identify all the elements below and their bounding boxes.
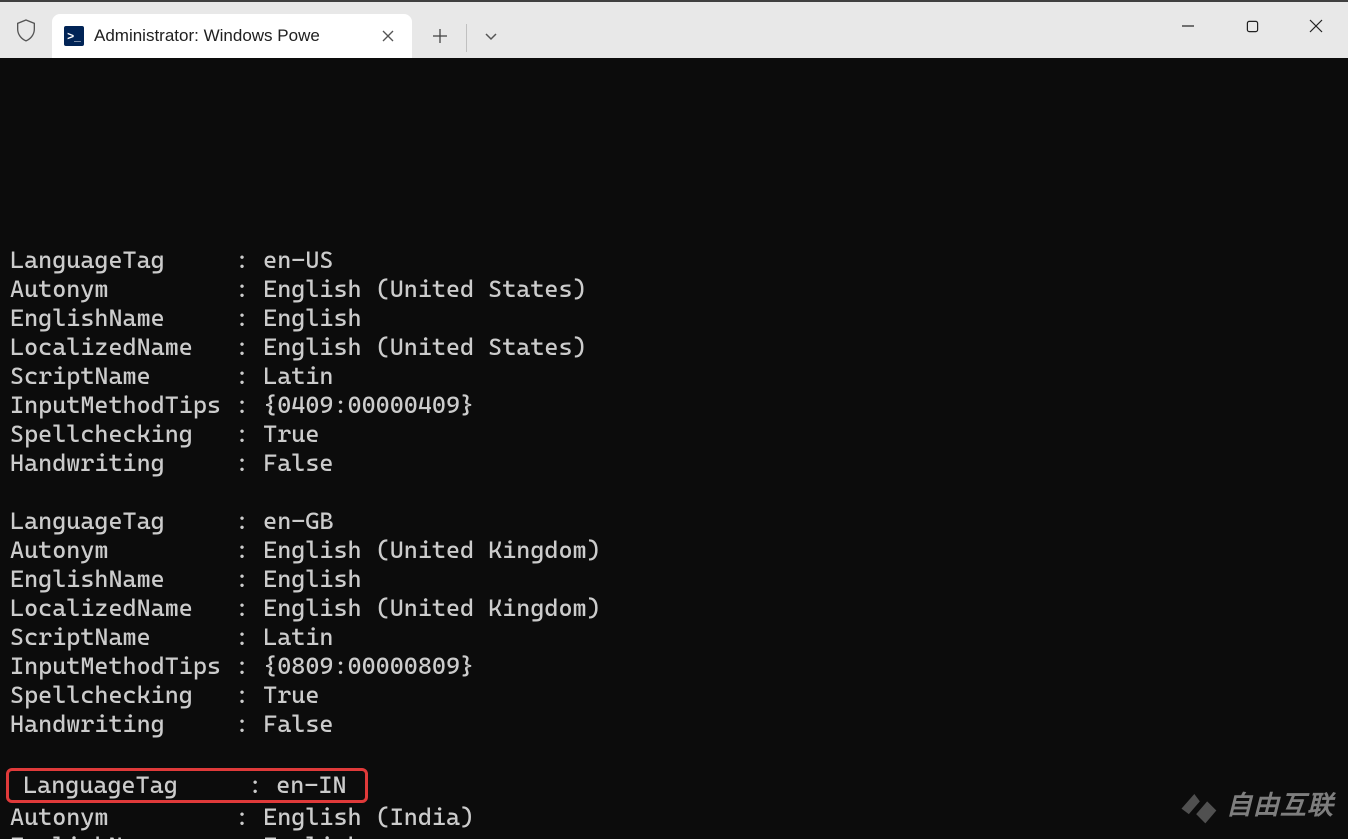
- shield-icon: [0, 2, 52, 58]
- output-line: ScriptName : Latin: [10, 362, 1338, 391]
- output-line: InputMethodTips : {0409:00000409}: [10, 391, 1338, 420]
- output-line: Spellchecking : True: [10, 681, 1338, 710]
- active-tab[interactable]: >_ Administrator: Windows Powe: [52, 14, 412, 58]
- tab-dropdown-button[interactable]: [471, 14, 511, 58]
- tab-divider: [466, 24, 467, 52]
- output-line: Spellchecking : True: [10, 420, 1338, 449]
- output-line: LanguageTag : en-GB: [10, 507, 1338, 536]
- new-tab-button[interactable]: [418, 14, 462, 58]
- output-line: EnglishName : English: [10, 565, 1338, 594]
- output-line: Handwriting : False: [10, 710, 1338, 739]
- output-line: Autonym : English (United States): [10, 275, 1338, 304]
- watermark-text: 自由互联: [1226, 791, 1334, 820]
- maximize-button[interactable]: [1220, 2, 1284, 50]
- tab-title: Administrator: Windows Powe: [94, 26, 366, 46]
- output-line: LanguageTag : en-IN: [10, 768, 1338, 803]
- close-button[interactable]: [1284, 2, 1348, 50]
- window-controls: [1156, 2, 1348, 50]
- titlebar: >_ Administrator: Windows Powe: [0, 2, 1348, 58]
- output-line: Handwriting : False: [10, 449, 1338, 478]
- powershell-icon: >_: [64, 26, 84, 46]
- output-line: LanguageTag : en-US: [10, 246, 1338, 275]
- output-line: LocalizedName : English (United Kingdom): [10, 594, 1338, 623]
- output-line: LocalizedName : English (United States): [10, 333, 1338, 362]
- output-line: EnglishName : English: [10, 304, 1338, 333]
- watermark: 自由互联: [1176, 783, 1334, 827]
- highlight-annotation: LanguageTag : en-IN: [6, 768, 368, 803]
- terminal-output[interactable]: LanguageTag : en-USAutonym : English (Un…: [0, 58, 1348, 839]
- output-line: EnglishName : English: [10, 832, 1338, 839]
- output-line: Autonym : English (India): [10, 803, 1338, 832]
- output-line: Autonym : English (United Kingdom): [10, 536, 1338, 565]
- output-line: InputMethodTips : {0809:00000809}: [10, 652, 1338, 681]
- minimize-button[interactable]: [1156, 2, 1220, 50]
- output-line: ScriptName : Latin: [10, 623, 1338, 652]
- tab-close-button[interactable]: [376, 24, 400, 48]
